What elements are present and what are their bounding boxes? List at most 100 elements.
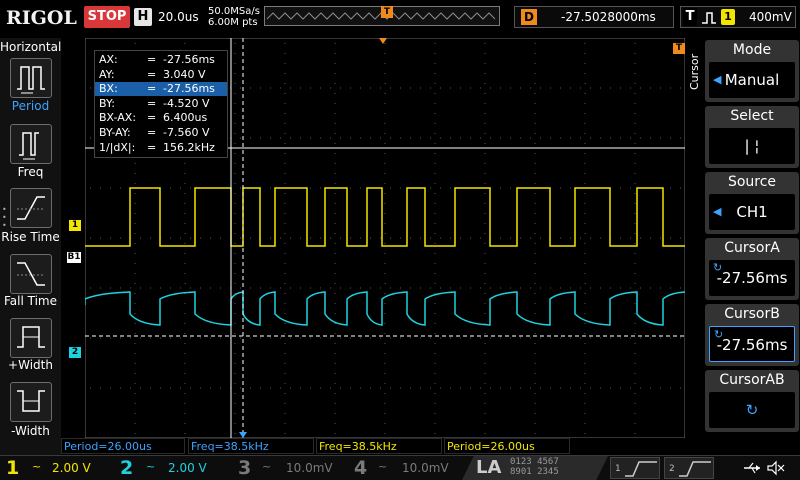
fall-time-button[interactable] [10, 254, 52, 294]
readout-name: AX: [99, 53, 118, 66]
memory-depth: 6.00M pts [208, 17, 258, 28]
menu-page-indicator: • • • [2, 205, 7, 230]
ch1-button[interactable]: 1 [6, 457, 19, 479]
cursor-readout-row: BX: = -27.56ms [95, 82, 227, 97]
d1-button[interactable]: 1 [610, 457, 660, 479]
period-button[interactable] [10, 58, 52, 98]
readout-name: 1/|dX|: [99, 140, 136, 154]
mode-value-box[interactable]: ◀ Manual [709, 62, 795, 98]
positive-width-icon [17, 326, 45, 348]
readout-value: -4.520 V [163, 96, 210, 110]
trigger-source-badge: 1 [721, 9, 735, 25]
cursor-readout-row: BX-AX: = 6.400us [95, 111, 227, 125]
ch2-button[interactable]: 2 [120, 457, 133, 479]
trigger-box[interactable]: T 1 400mV [680, 6, 796, 28]
measurement-item[interactable]: Freq=38.5kHz [188, 438, 314, 454]
select-value: | ¦ [744, 137, 760, 155]
readout-name: BX-AX: [99, 111, 137, 125]
measurement-item[interactable]: Period=26.00us [444, 438, 570, 454]
delay-box[interactable]: D -27.5028000ms [514, 6, 674, 28]
cursor-ab-title: CursorAB [719, 372, 785, 388]
freq-icon [19, 132, 39, 160]
readout-value: 3.040 V [163, 67, 206, 81]
cursor-b-value: -27.56ms [716, 336, 788, 354]
cursor-a-menu-item[interactable]: CursorA ↻ -27.56ms [705, 238, 799, 300]
mode-menu-item[interactable]: Mode ◀ Manual [705, 40, 799, 102]
cursor-readout-panel: AX: = -27.56ms AY: = 3.040 V BX: = -27.56ms BY: = -… [94, 50, 228, 158]
source-value: CH1 [736, 203, 768, 221]
fall-time-label: Fall Time [3, 294, 57, 308]
timebase-badge: H [134, 8, 152, 26]
readout-name: BY-AY: [99, 126, 131, 139]
measurement-item[interactable]: Freq=38.5kHz [316, 438, 442, 454]
negative-width-label: -Width [11, 424, 50, 438]
top-status-bar: RIGOL STOP H 20.0us 50.0MSa/s 6.00M pts … [0, 0, 800, 38]
fall-time-icon [17, 262, 45, 286]
ch4-scale[interactable]: 10.0mV [402, 461, 449, 475]
waveform-display[interactable]: AX: = -27.56ms AY: = 3.040 V BX: = -27.56ms BY: = -… [67, 38, 701, 438]
d2-button[interactable]: 2 [664, 457, 714, 479]
negative-width-button[interactable] [10, 382, 52, 422]
memory-position-bar[interactable]: T [264, 6, 500, 26]
cursor-readout-row: BY-AY: = -7.560 V [95, 126, 227, 140]
source-menu-item[interactable]: Source ◀ CH1 [705, 172, 799, 234]
left-arrow-icon: ◀ [713, 73, 722, 86]
readout-value: 156.2kHz [163, 140, 215, 154]
readout-equals: = [147, 111, 157, 125]
ch2-scale[interactable]: 2.00 V [168, 461, 207, 475]
readout-name: BX: [99, 82, 118, 96]
delay-value: -27.5028000ms [561, 10, 656, 24]
readout-equals: = [147, 67, 157, 81]
usb-icon [744, 462, 760, 474]
rise-time-button[interactable] [10, 188, 52, 228]
la-button[interactable]: LA 0123 4567 8901 2345 [462, 456, 608, 480]
ch4-button[interactable]: 4 [354, 457, 367, 479]
rotate-knob-icon: ↻ [745, 401, 759, 419]
select-title: Select [730, 108, 774, 124]
ch4-coupling: ~ [378, 460, 388, 473]
readout-value: -27.56ms [163, 53, 215, 66]
la-label: LA [476, 457, 502, 478]
freq-button[interactable] [10, 124, 52, 164]
speaker-muted-icon[interactable] [766, 460, 786, 476]
cursor-menu: Cursor Mode ◀ Manual Select | ¦ Source ◀… [686, 38, 800, 438]
ch3-button[interactable]: 3 [238, 457, 251, 479]
trigger-position-marker: T [381, 6, 393, 18]
la-bits: 0123 4567 8901 2345 [510, 457, 559, 477]
cursor-b-menu-item[interactable]: CursorB ↻ -27.56ms [705, 304, 799, 366]
select-menu-item[interactable]: Select | ¦ [705, 106, 799, 168]
cursor-a-value-box[interactable]: ↻ -27.56ms [709, 260, 795, 296]
positive-width-button[interactable] [10, 318, 52, 358]
ch1-scale[interactable]: 2.00 V [52, 461, 91, 475]
d1-label: 1 [615, 464, 621, 474]
source-title: Source [727, 174, 777, 190]
delay-badge: D [521, 9, 537, 25]
d2-label: 2 [669, 464, 675, 474]
rotate-knob-icon: ↻ [713, 261, 723, 274]
ch1-offset-marker[interactable]: 1 [69, 220, 81, 231]
ch3-scale[interactable]: 10.0mV [286, 461, 333, 475]
cursor-ab-menu-item[interactable]: CursorAB ↻ [705, 370, 799, 432]
period-label: Period [11, 99, 50, 113]
b1-marker[interactable]: B1 [67, 252, 81, 263]
ch2-offset-marker[interactable]: 2 [69, 347, 81, 358]
cursor-readout-row: 1/|dX|: = 156.2kHz [95, 141, 227, 155]
rotate-knob-icon: ↻ [714, 328, 724, 341]
ch1-coupling: ~ [32, 460, 42, 473]
rigol-logo: RIGOL [6, 7, 77, 29]
select-value-box[interactable]: | ¦ [709, 128, 795, 164]
trigger-top-marker: T [673, 43, 685, 54]
mode-value: Manual [724, 71, 780, 89]
horizontal-measure-panel: Horizontal Period Freq • • • Rise Time Fal… [0, 38, 61, 458]
cursor-b-value-box[interactable]: ↻ -27.56ms [709, 326, 795, 362]
cursor-readout-row: AX: = -27.56ms [95, 53, 227, 67]
cursor-ab-value-box[interactable]: ↻ [709, 392, 795, 428]
menu-vertical-title: Cursor [688, 53, 701, 91]
measurement-item[interactable]: Period=26.00us [61, 438, 185, 454]
rising-edge-icon [702, 12, 716, 24]
freq-label: Freq [17, 165, 44, 179]
timebase-value[interactable]: 20.0us [158, 10, 199, 24]
source-value-box[interactable]: ◀ CH1 [709, 194, 795, 230]
readout-equals: = [147, 53, 157, 66]
run-stop-status[interactable]: STOP [84, 6, 130, 28]
